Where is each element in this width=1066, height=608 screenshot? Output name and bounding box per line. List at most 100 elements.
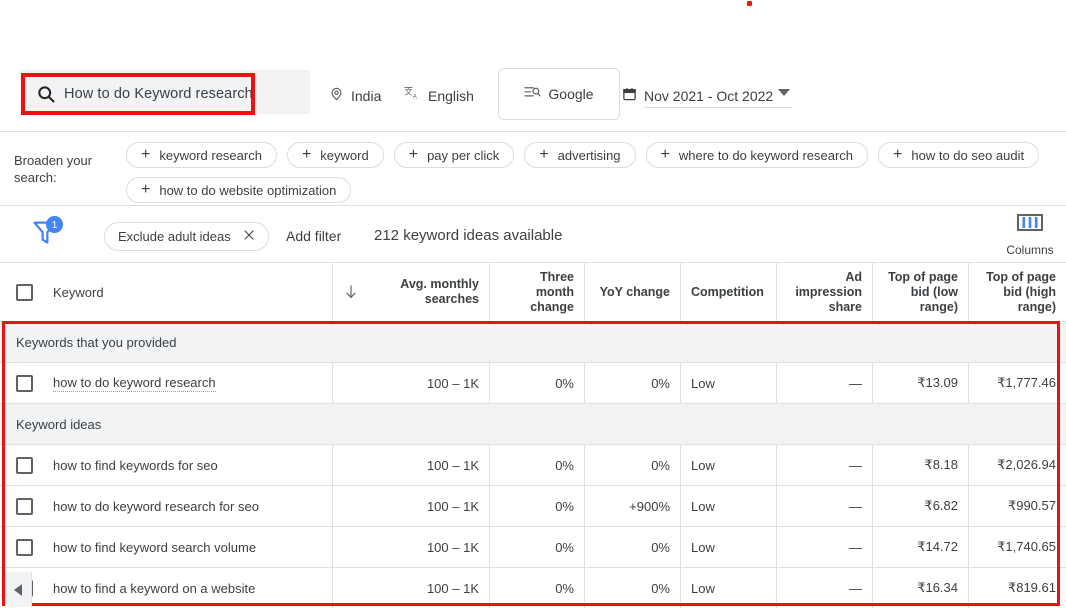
calendar-icon xyxy=(622,86,637,105)
table-header-row: Keyword Avg. monthly searches Three mont… xyxy=(0,263,1066,322)
header-cell-competition[interactable]: Competition xyxy=(681,263,777,321)
cell-top-of-page-bid-low: ₹16.34 xyxy=(873,568,969,608)
table-row[interactable]: how to find a keyword on a website 100 – … xyxy=(0,568,1066,608)
language-selector[interactable]: 文 A English xyxy=(404,86,474,105)
cell-competition: Low xyxy=(681,486,777,526)
broaden-chip[interactable]: + pay per click xyxy=(393,142,515,168)
header-cell-yoy-change[interactable]: YoY change xyxy=(585,263,681,321)
svg-text:A: A xyxy=(413,94,418,101)
columns-label: Columns xyxy=(1006,243,1054,257)
broaden-chip[interactable]: + keyword research xyxy=(126,142,277,168)
translate-icon: 文 A xyxy=(404,86,421,105)
cell-yoy-change: 0% xyxy=(585,363,681,403)
cell-competition: Low xyxy=(681,363,777,403)
plus-icon: + xyxy=(539,146,549,163)
cell-keyword[interactable]: how to do keyword research xyxy=(0,363,333,403)
cell-yoy-change: +900% xyxy=(585,486,681,526)
table-row[interactable]: how to do keyword research for seo 100 – … xyxy=(0,486,1066,527)
cell-yoy-change: 0% xyxy=(585,445,681,485)
cell-top-of-page-bid-low: ₹14.72 xyxy=(873,527,969,567)
cell-competition: Low xyxy=(681,568,777,608)
broaden-chip[interactable]: + how to do website optimization xyxy=(126,177,352,203)
columns-icon xyxy=(1000,213,1060,238)
header-cell-three-month-change[interactable]: Three month change xyxy=(490,263,585,321)
broaden-chip-label: pay per click xyxy=(427,147,500,163)
cell-competition: Low xyxy=(681,445,777,485)
columns-button[interactable]: Columns xyxy=(1000,213,1060,259)
broaden-chip[interactable]: + how to do seo audit xyxy=(878,142,1040,168)
broaden-chip[interactable]: + keyword xyxy=(286,142,384,168)
location-pin-icon xyxy=(329,86,344,105)
broaden-chip[interactable]: + where to do keyword research xyxy=(645,142,869,168)
broaden-chip-label: how to do website optimization xyxy=(159,182,337,198)
cell-competition: Low xyxy=(681,527,777,567)
header-keyword-label: Keyword xyxy=(53,284,104,300)
broaden-chip-label: keyword xyxy=(320,147,369,163)
cell-top-of-page-bid-low: ₹8.18 xyxy=(873,445,969,485)
plus-icon: + xyxy=(660,146,670,163)
table-row[interactable]: how to do keyword research 100 – 1K 0% 0% Lo… xyxy=(0,363,1066,404)
keyword-label[interactable]: how to do keyword research xyxy=(53,375,216,392)
header-cell-ad-impression-share[interactable]: Ad impression share xyxy=(777,263,873,321)
cell-keyword[interactable]: how to find a keyword on a website xyxy=(0,568,333,608)
cell-keyword[interactable]: how to do keyword research for seo xyxy=(0,486,333,526)
row-checkbox[interactable] xyxy=(16,497,33,515)
broaden-chip-label: how to do seo audit xyxy=(911,147,1025,163)
location-selector[interactable]: India xyxy=(329,86,381,105)
header-cell-keyword[interactable]: Keyword xyxy=(0,263,333,321)
cell-top-of-page-bid-high: ₹1,740.65 xyxy=(997,539,1056,554)
chevron-left-icon xyxy=(14,583,22,596)
plus-icon: + xyxy=(408,146,419,163)
chevron-down-icon[interactable] xyxy=(778,89,790,96)
cell-keyword[interactable]: how to find keyword search volume xyxy=(0,527,333,567)
cell-three-month-change: 0% xyxy=(490,568,585,608)
date-range-label: Nov 2021 - Oct 2022 xyxy=(644,87,774,104)
table-row[interactable]: how to find keyword search volume 100 – 1… xyxy=(0,527,1066,568)
date-range-selector[interactable]: Nov 2021 - Oct 2022 xyxy=(622,86,773,105)
close-icon[interactable] xyxy=(243,229,255,244)
header-cell-top-of-page-bid-low[interactable]: Top of page bid (low range) xyxy=(873,263,969,321)
cell-ad-impression-share: — xyxy=(777,363,873,403)
language-label: English xyxy=(428,87,474,104)
header-avg-monthly-searches-label: Avg. monthly searches xyxy=(400,277,479,306)
keyword-label[interactable]: how to find keywords for seo xyxy=(53,458,218,473)
cell-yoy-change: 0% xyxy=(585,527,681,567)
row-checkbox[interactable] xyxy=(16,456,33,474)
cell-top-of-page-bid-low: ₹6.82 xyxy=(873,486,969,526)
cell-ad-impression-share: — xyxy=(777,445,873,485)
cell-yoy-change: 0% xyxy=(585,568,681,608)
sort-descending-icon[interactable] xyxy=(343,284,359,300)
cell-three-month-change: 0% xyxy=(490,445,585,485)
scroll-left-button[interactable] xyxy=(5,572,32,607)
add-filter-button[interactable]: Add filter xyxy=(286,228,341,244)
plus-icon: + xyxy=(893,146,903,163)
broaden-chip-list: + keyword research + keyword + pay per click +… xyxy=(126,142,1056,203)
keyword-label[interactable]: how to find keyword search volume xyxy=(53,540,256,555)
cell-avg-monthly-searches: 100 – 1K xyxy=(333,363,490,403)
keyword-table: Keyword Avg. monthly searches Three mont… xyxy=(0,263,1066,608)
search-input-value[interactable]: How to do Keyword research xyxy=(64,86,253,102)
select-all-checkbox[interactable] xyxy=(16,283,33,301)
cell-top-of-page-bid-high: ₹2,026.94 xyxy=(997,457,1056,472)
cell-keyword[interactable]: how to find keywords for seo xyxy=(0,445,333,485)
cell-top-of-page-bid-high: ₹819.61 xyxy=(1007,580,1056,595)
header-cell-top-of-page-bid-high[interactable]: Top of page bid (high range) xyxy=(969,263,1066,321)
cell-avg-monthly-searches: 100 – 1K xyxy=(333,445,490,485)
location-label: India xyxy=(351,87,382,104)
plus-icon: + xyxy=(141,181,151,198)
broaden-chip-label: where to do keyword research xyxy=(678,147,854,163)
broaden-chip[interactable]: + advertising xyxy=(524,142,636,168)
filter-count-badge: 1 xyxy=(46,216,63,233)
header-cell-avg-monthly-searches[interactable]: Avg. monthly searches xyxy=(333,263,490,321)
plus-icon: + xyxy=(301,146,312,163)
row-checkbox[interactable] xyxy=(16,538,33,556)
network-selector-button[interactable]: Google xyxy=(498,68,620,120)
keyword-label[interactable]: how to do keyword research for seo xyxy=(53,499,259,514)
table-row[interactable]: how to find keywords for seo 100 – 1K 0% 0%… xyxy=(0,445,1066,486)
network-label: Google xyxy=(548,86,594,102)
exclude-adult-ideas-chip[interactable]: Exclude adult ideas xyxy=(104,222,269,251)
keyword-label[interactable]: how to find a keyword on a website xyxy=(53,581,255,596)
row-checkbox[interactable] xyxy=(16,374,33,392)
table-group-header: Keywords that you provided xyxy=(0,322,1066,363)
broaden-chip-label: advertising xyxy=(557,147,621,163)
